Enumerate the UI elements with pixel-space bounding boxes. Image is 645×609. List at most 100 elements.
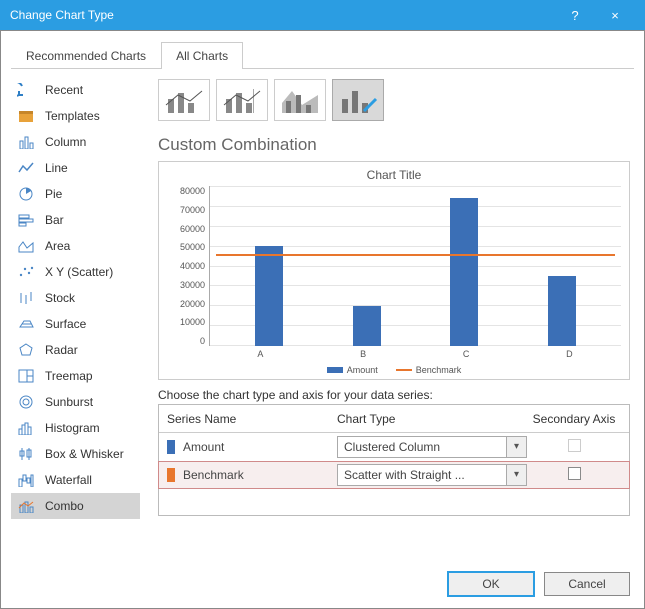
sidebar-item-label: Bar	[45, 213, 64, 227]
sidebar-item-recent[interactable]: Recent	[11, 77, 140, 103]
templates-icon	[17, 107, 35, 125]
sidebar-item-boxwhisker[interactable]: Box & Whisker	[11, 441, 140, 467]
sidebar-item-bar[interactable]: Bar	[11, 207, 140, 233]
series-name: Benchmark	[183, 468, 244, 482]
right-panel: Custom Combination Chart Title 800007000…	[140, 69, 634, 562]
secondary-axis-checkbox-amount[interactable]	[568, 439, 581, 452]
sidebar-item-label: Surface	[45, 317, 86, 331]
waterfall-icon	[17, 471, 35, 489]
chevron-down-icon: ▾	[506, 437, 526, 457]
help-button[interactable]: ?	[555, 8, 595, 23]
sidebar-item-column[interactable]: Column	[11, 129, 140, 155]
chart-plot-area	[209, 186, 621, 346]
subtype-1[interactable]	[158, 79, 210, 121]
scatter-icon	[17, 263, 35, 281]
chevron-down-icon: ▾	[506, 465, 526, 485]
chart-x-axis: ABCD	[167, 349, 621, 359]
window-title: Change Chart Type	[10, 8, 555, 22]
sidebar-item-label: Box & Whisker	[45, 447, 124, 461]
sidebar-item-label: Sunburst	[45, 395, 93, 409]
cancel-button[interactable]: Cancel	[544, 572, 630, 596]
chart-legend: Amount Benchmark	[167, 365, 621, 375]
treemap-icon	[17, 367, 35, 385]
series-prompt: Choose the chart type and axis for your …	[158, 388, 630, 402]
sidebar-item-surface[interactable]: Surface	[11, 311, 140, 337]
secondary-axis-checkbox-benchmark[interactable]	[568, 467, 581, 480]
chart-type-value: Clustered Column	[338, 440, 506, 454]
bar-icon	[17, 211, 35, 229]
sidebar-item-radar[interactable]: Radar	[11, 337, 140, 363]
chart-bar	[255, 246, 283, 346]
chart-y-axis: 8000070000600005000040000300002000010000…	[167, 186, 209, 346]
legend-amount: Amount	[347, 365, 378, 375]
series-grid: Series Name Chart Type Secondary Axis Am…	[158, 404, 630, 516]
sidebar-item-label: Recent	[45, 83, 83, 97]
chart-title: Chart Title	[167, 168, 621, 182]
dialog-buttons: OK Cancel	[11, 562, 634, 608]
sidebar-item-label: X Y (Scatter)	[45, 265, 113, 279]
column-icon	[17, 133, 35, 151]
col-series-name: Series Name	[167, 412, 337, 426]
close-button[interactable]: ×	[595, 8, 635, 23]
dialog-body: Recommended Charts All Charts Recent Tem…	[0, 30, 645, 609]
sidebar-item-treemap[interactable]: Treemap	[11, 363, 140, 389]
subtype-3[interactable]	[274, 79, 326, 121]
sidebar-item-label: Line	[45, 161, 68, 175]
sidebar-item-label: Templates	[45, 109, 100, 123]
tab-recommended[interactable]: Recommended Charts	[11, 42, 161, 69]
histogram-icon	[17, 419, 35, 437]
chart-bar	[353, 306, 381, 346]
sidebar-item-label: Combo	[45, 499, 84, 513]
combo-icon	[17, 497, 35, 515]
chart-bar	[450, 198, 478, 346]
chart-bar	[548, 276, 576, 346]
series-swatch-icon	[167, 440, 175, 454]
sidebar-item-templates[interactable]: Templates	[11, 103, 140, 129]
col-chart-type: Chart Type	[337, 412, 527, 426]
sidebar-item-line[interactable]: Line	[11, 155, 140, 181]
pie-icon	[17, 185, 35, 203]
tab-all-charts[interactable]: All Charts	[161, 42, 243, 69]
area-icon	[17, 237, 35, 255]
sidebar-item-label: Pie	[45, 187, 62, 201]
subtype-2[interactable]	[216, 79, 268, 121]
recent-icon	[17, 81, 35, 99]
sidebar-item-stock[interactable]: Stock	[11, 285, 140, 311]
series-swatch-icon	[167, 468, 175, 482]
combo-subtype-row	[158, 79, 630, 121]
stock-icon	[17, 289, 35, 307]
sidebar-item-sunburst[interactable]: Sunburst	[11, 389, 140, 415]
sunburst-icon	[17, 393, 35, 411]
chart-type-combo-amount[interactable]: Clustered Column ▾	[337, 436, 527, 458]
sidebar-item-label: Column	[45, 135, 86, 149]
sidebar-item-label: Waterfall	[45, 473, 92, 487]
sidebar-item-label: Stock	[45, 291, 75, 305]
subtype-4-custom[interactable]	[332, 79, 384, 121]
sidebar-item-label: Radar	[45, 343, 78, 357]
col-secondary-axis: Secondary Axis	[527, 412, 621, 426]
series-row-benchmark: Benchmark Scatter with Straight ... ▾	[158, 461, 630, 489]
sidebar-item-area[interactable]: Area	[11, 233, 140, 259]
legend-benchmark: Benchmark	[416, 365, 462, 375]
sidebar-item-combo[interactable]: Combo	[11, 493, 140, 519]
tab-bar: Recommended Charts All Charts	[11, 41, 634, 69]
series-name: Amount	[183, 440, 224, 454]
sidebar-item-label: Area	[45, 239, 70, 253]
sidebar-item-histogram[interactable]: Histogram	[11, 415, 140, 441]
sidebar-item-label: Treemap	[45, 369, 93, 383]
chart-preview: Chart Title 8000070000600005000040000300…	[158, 161, 630, 380]
sidebar-item-scatter[interactable]: X Y (Scatter)	[11, 259, 140, 285]
chart-type-combo-benchmark[interactable]: Scatter with Straight ... ▾	[337, 464, 527, 486]
chart-benchmark-line	[216, 254, 615, 256]
line-icon	[17, 159, 35, 177]
sidebar-item-waterfall[interactable]: Waterfall	[11, 467, 140, 493]
sidebar-item-pie[interactable]: Pie	[11, 181, 140, 207]
sidebar-item-label: Histogram	[45, 421, 100, 435]
chart-type-sidebar: Recent Templates Column Line Pie Bar	[11, 69, 140, 562]
chart-type-value: Scatter with Straight ...	[338, 468, 506, 482]
titlebar: Change Chart Type ? ×	[0, 0, 645, 30]
radar-icon	[17, 341, 35, 359]
series-row-amount: Amount Clustered Column ▾	[159, 433, 629, 461]
ok-button[interactable]: OK	[448, 572, 534, 596]
box-whisker-icon	[17, 445, 35, 463]
